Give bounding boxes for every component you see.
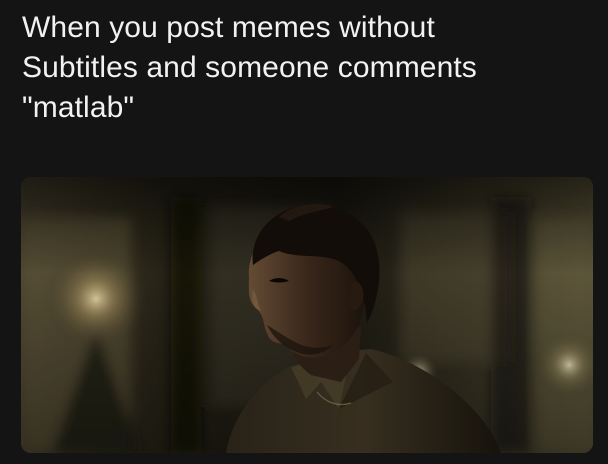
meme-caption: When you post memes without Subtitles an… bbox=[22, 8, 592, 128]
man-in-dim-room-photo-icon bbox=[21, 177, 593, 453]
meme-post: When you post memes without Subtitles an… bbox=[0, 0, 608, 464]
meme-image[interactable] bbox=[21, 177, 593, 453]
caption-line-2: Subtitles and someone comments bbox=[22, 51, 477, 84]
caption-line-3: "matlab" bbox=[22, 91, 135, 124]
caption-line-1: When you post memes without bbox=[22, 11, 435, 44]
